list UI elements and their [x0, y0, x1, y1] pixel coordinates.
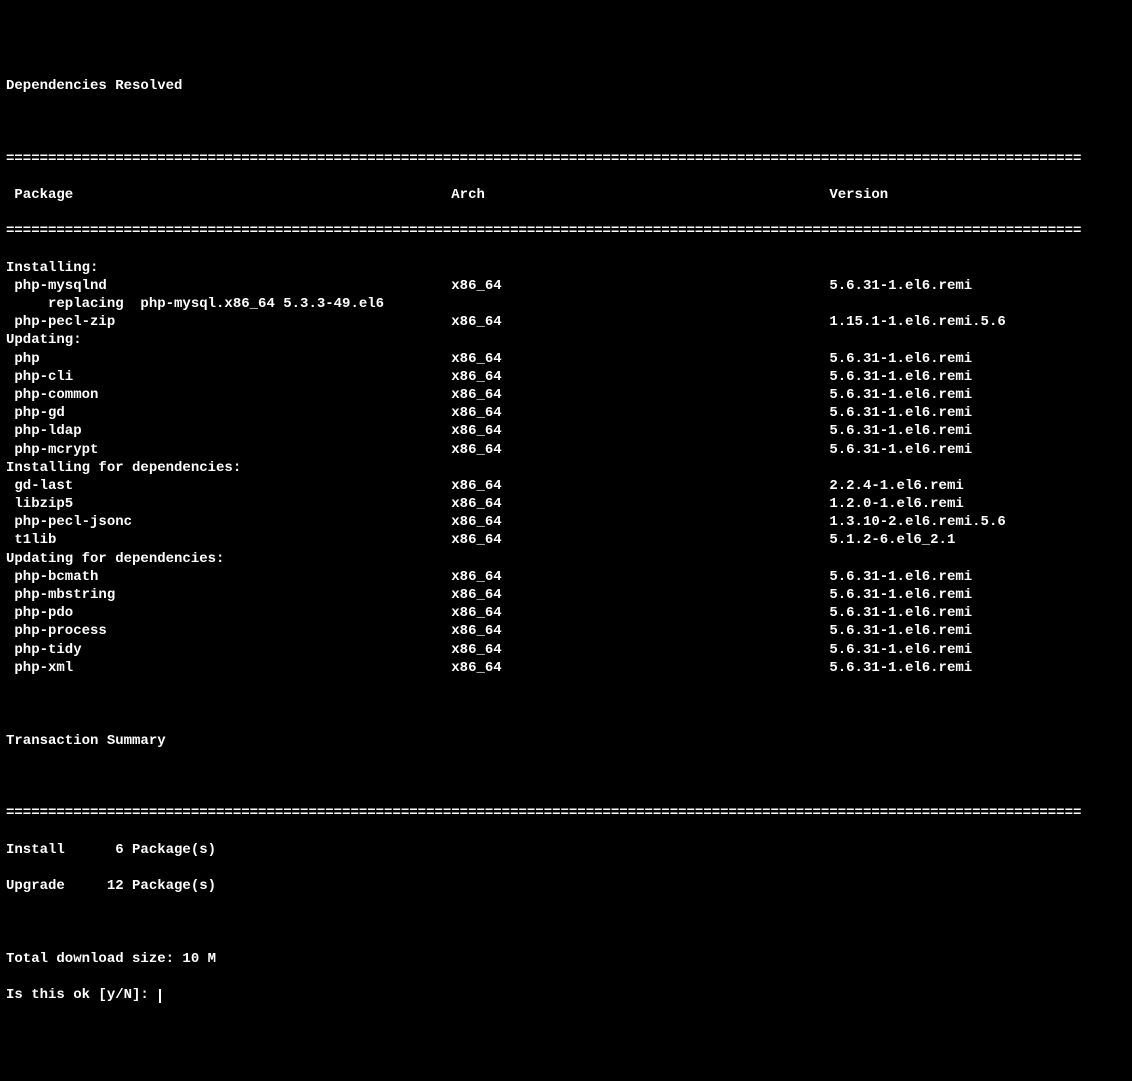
title-line: Dependencies Resolved [6, 78, 182, 94]
summary-upgrade: Upgrade 12 Package(s) [6, 878, 216, 894]
confirm-prompt[interactable]: Is this ok [y/N]: [6, 987, 161, 1003]
separator-top: ========================================… [6, 151, 1081, 167]
download-size: Total download size: 10 M [6, 951, 216, 967]
separator-header: ========================================… [6, 223, 1081, 239]
input-cursor[interactable] [159, 989, 161, 1003]
package-body: Installing: php-mysqlnd x86_64 5.6.31-1.… [6, 260, 1006, 676]
header-row: Package Arch Version [6, 187, 888, 203]
separator-summary: ========================================… [6, 805, 1081, 821]
summary-install: Install 6 Package(s) [6, 842, 216, 858]
summary-title: Transaction Summary [6, 733, 166, 749]
